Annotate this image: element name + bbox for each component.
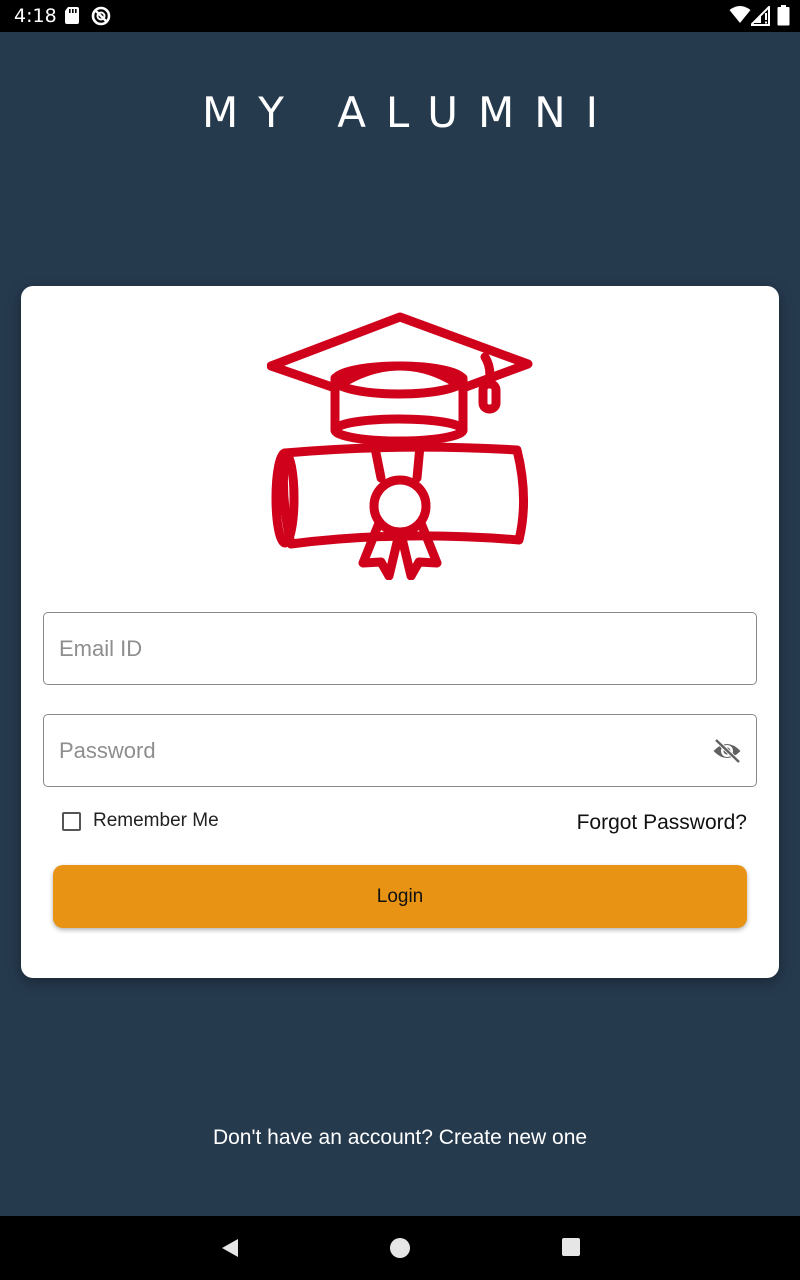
login-button[interactable]: Login <box>53 865 747 928</box>
status-bar: 4:18 <box>0 0 800 32</box>
signal-icon <box>748 4 771 31</box>
status-time: 4:18 <box>14 5 57 27</box>
navigation-bar <box>0 1216 800 1280</box>
email-input[interactable] <box>44 613 756 684</box>
back-icon[interactable] <box>219 1237 241 1264</box>
home-icon[interactable] <box>389 1237 411 1264</box>
recents-icon[interactable] <box>561 1237 581 1262</box>
battery-icon <box>777 5 790 31</box>
password-field[interactable] <box>43 714 757 787</box>
login-card: Remember Me Forgot Password? Login <box>21 286 779 978</box>
graduation-diploma-icon <box>266 308 533 585</box>
wifi-icon <box>729 5 751 30</box>
app-title: MY ALUMNI <box>201 88 619 137</box>
password-input[interactable] <box>44 715 756 786</box>
checkbox-box[interactable] <box>62 811 81 831</box>
sd-card-icon <box>64 6 80 30</box>
email-field[interactable] <box>43 612 757 685</box>
remember-me-checkbox[interactable]: Remember Me <box>62 810 219 832</box>
data-saver-icon <box>91 6 111 31</box>
create-account-link[interactable]: Don't have an account? Create new one <box>0 1126 800 1150</box>
remember-me-label: Remember Me <box>93 810 219 831</box>
forgot-password-link[interactable]: Forgot Password? <box>577 811 747 835</box>
eye-off-icon[interactable] <box>712 738 742 769</box>
